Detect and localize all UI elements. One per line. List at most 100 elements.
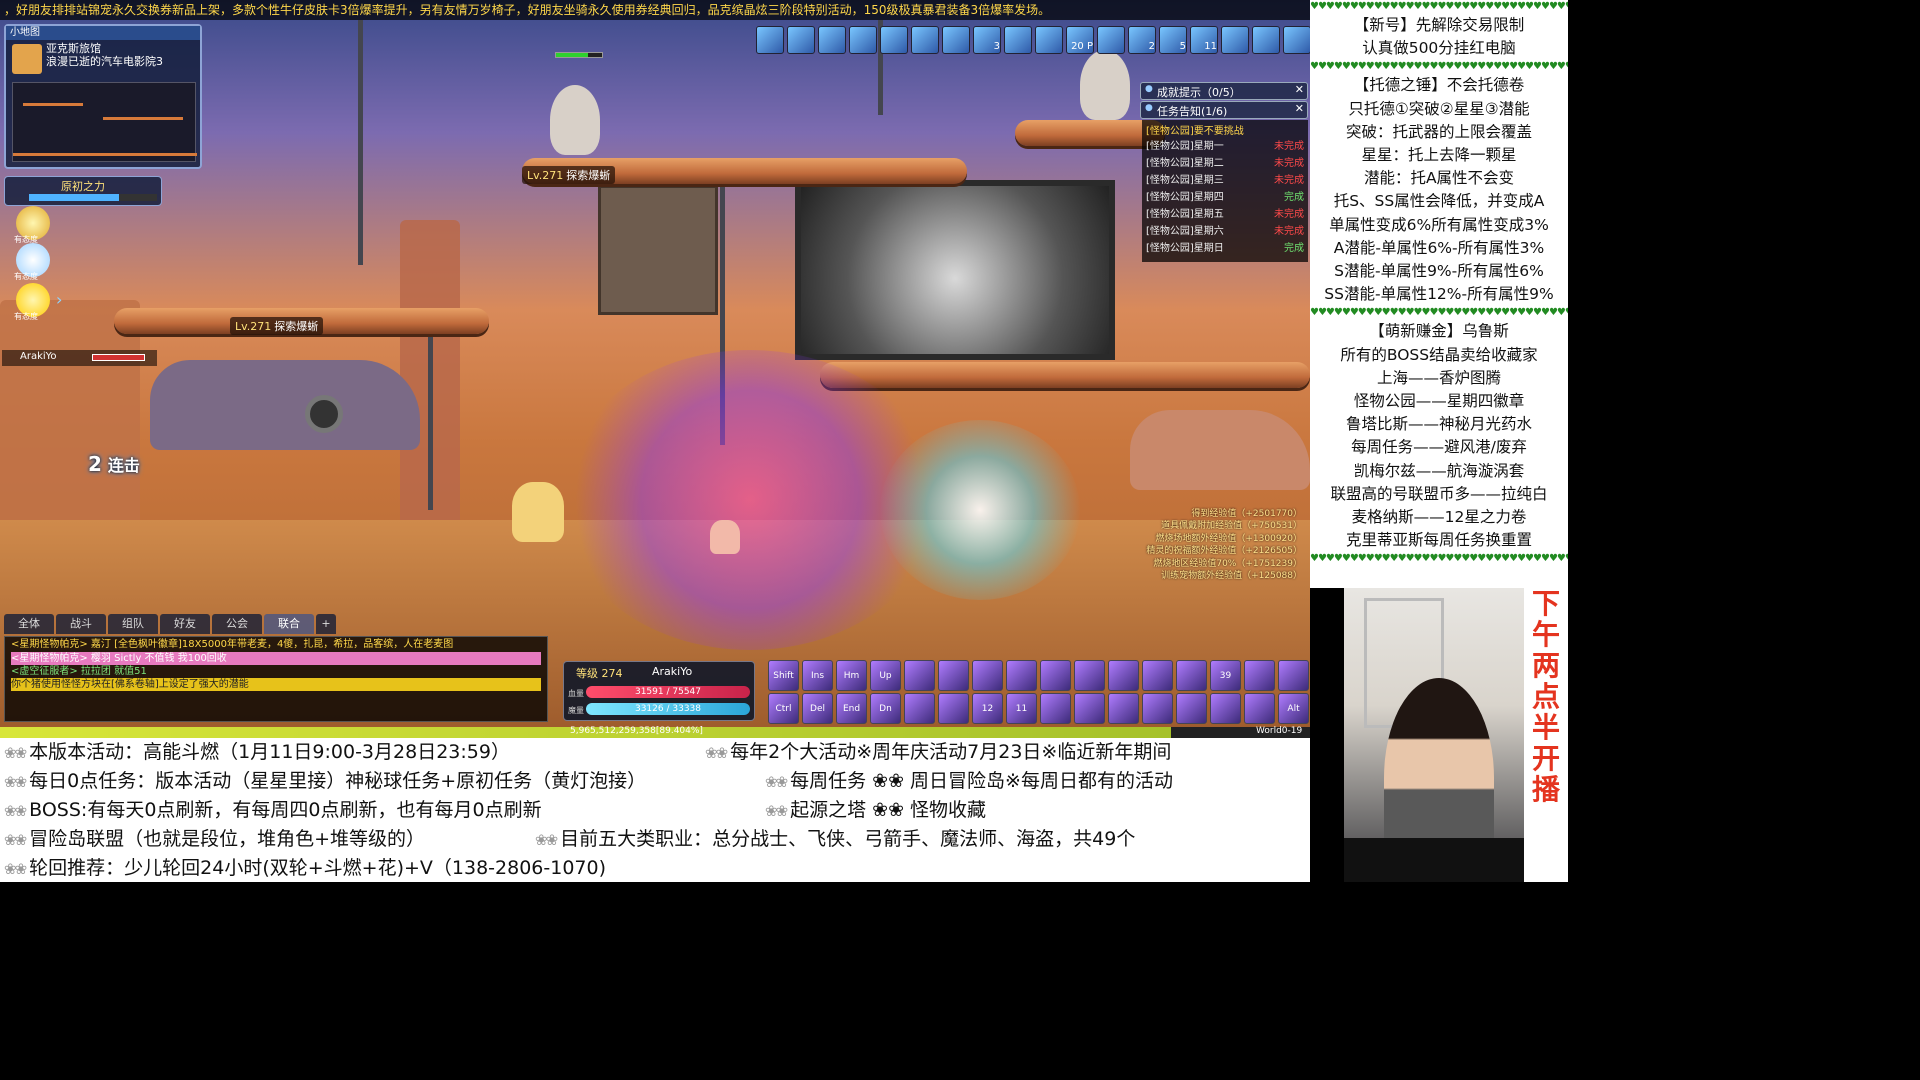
exp-bar: 5,965,512,259,358[89.404%] World0-19 — [0, 726, 1310, 738]
skill-slot[interactable]: 11 — [1006, 693, 1037, 724]
buff-panel[interactable]: 原初之力 — [4, 176, 162, 206]
minimap-region: 亚克斯旅馆 — [46, 42, 101, 55]
quest-row[interactable]: [怪物公园]星期五 未完成 — [1146, 206, 1304, 223]
hanging-pipe — [358, 20, 363, 265]
desert-mesa — [0, 300, 140, 520]
skill-slot[interactable] — [1040, 660, 1071, 691]
quest-row[interactable]: [怪物公园]星期二 未完成 — [1146, 155, 1304, 172]
info-line: 联盟高的号联盟币多——拉纯白 — [1330, 484, 1548, 503]
quest-row[interactable]: [怪物公园]星期日 完成 — [1146, 240, 1304, 257]
chat-tab[interactable]: 公会 — [212, 614, 262, 634]
skill-slot[interactable] — [1278, 660, 1309, 691]
skill-slot[interactable]: Shift — [768, 660, 799, 691]
skill-slot[interactable] — [1210, 693, 1241, 724]
info-line: 凯梅尔兹——航海漩涡套 — [1353, 461, 1525, 480]
skill-slot[interactable]: Up — [870, 660, 901, 691]
chat-window[interactable]: <星期怪物帕克> 嘉汀 [全色枫叶徽章]18X5000年带老麦，4傻，扎昆，希拉… — [4, 636, 548, 722]
chat-tab[interactable]: 组队 — [108, 614, 158, 634]
skill-slot[interactable] — [1108, 660, 1139, 691]
star-icon[interactable]: 有态度 — [14, 283, 50, 321]
hp-label: 血量 — [568, 689, 584, 698]
quest-name: [怪物公园]星期四 — [1146, 192, 1224, 203]
skill-slot[interactable] — [938, 660, 969, 691]
exp-log-line: 精灵的祝福额外经验值（+2126505） — [1146, 546, 1302, 557]
trophy-icon[interactable]: 有态度 — [14, 206, 50, 244]
quest-row[interactable]: [怪物公园]星期一 未完成 — [1146, 138, 1304, 155]
skill-slot[interactable] — [904, 660, 935, 691]
chat-tab[interactable]: 战斗 — [56, 614, 106, 634]
flower-icon: ❀❀ — [765, 802, 788, 820]
skill-slot[interactable]: Dn — [870, 693, 901, 724]
hp-bar: 31591 / 75547 — [586, 686, 750, 698]
close-icon[interactable]: ✕ — [1295, 83, 1304, 96]
quest-status: 完成 — [1284, 192, 1304, 203]
flower-icon: ❀❀ — [4, 773, 27, 791]
chat-tab[interactable]: 好友 — [160, 614, 210, 634]
info-line: 上海——香炉图腾 — [1376, 368, 1501, 387]
skill-slot[interactable]: Ins — [802, 660, 833, 691]
monster-level: Lv.271 — [527, 169, 564, 182]
chevron-right-icon[interactable]: › — [56, 290, 62, 309]
chat-tab[interactable]: 联合 — [264, 614, 314, 634]
bulb-icon[interactable]: 有态度 — [14, 243, 50, 281]
skill-slot[interactable] — [1142, 693, 1173, 724]
info-line: 【萌新赚金】乌鲁斯 — [1369, 322, 1509, 341]
info-row-right: ❀❀ 起源之塔 ❀❀ 怪物收藏 — [765, 796, 986, 826]
buff-icon — [1035, 26, 1063, 54]
skill-slot[interactable] — [1074, 693, 1105, 724]
game-viewport[interactable]: Lv.271 探索爆蜥 Lv.271 探索爆蜥 ，好朋友排排站锦宠永久交换券新品上架… — [0, 0, 1310, 738]
buff-icon: 11 — [1190, 26, 1218, 54]
chat-tabs: 全体 战斗 组队 好友 公会 联合 + — [4, 614, 336, 634]
chat-tab[interactable]: 全体 — [4, 614, 54, 634]
buff-icon: 5 — [1159, 26, 1187, 54]
close-icon[interactable]: ✕ — [1295, 102, 1304, 115]
skill-slot[interactable]: 39 — [1210, 660, 1241, 691]
schedule-char: 半 — [1531, 711, 1560, 744]
skill-slot[interactable] — [972, 660, 1003, 691]
skill-slot[interactable] — [938, 693, 969, 724]
skill-slot[interactable]: Hm — [836, 660, 867, 691]
quest-row[interactable]: [怪物公园]星期三 未完成 — [1146, 172, 1304, 189]
monster-hp-bar — [555, 52, 603, 58]
buff-gauge — [29, 194, 157, 201]
buff-icon — [1097, 26, 1125, 54]
skill-slot[interactable]: End — [836, 693, 867, 724]
skill-slot[interactable] — [1040, 693, 1071, 724]
quest-panel[interactable]: 任务告知(1/6) ✕ — [1140, 101, 1308, 119]
quest-list[interactable]: [怪物公园]要不要挑战 [怪物公园]星期一 未完成 [怪物公园]星期二 未完成 [怪物公… — [1142, 120, 1308, 262]
skill-slot[interactable] — [1142, 660, 1173, 691]
skill-slot[interactable] — [1176, 693, 1207, 724]
info-row-left: ❀❀ 冒险岛联盟（也就是段位，堆角色+堆等级的） — [4, 825, 425, 855]
buff-icon: 2 — [1128, 26, 1156, 54]
skill-slot[interactable]: Ctrl — [768, 693, 799, 724]
party-member[interactable]: ArakiYo — [2, 350, 157, 366]
info-text: 每年2个大活动※周年庆活动7月23日※临近新年期间 — [730, 741, 1172, 763]
skill-slot[interactable]: Alt — [1278, 693, 1309, 724]
skill-slot[interactable] — [1074, 660, 1105, 691]
keyboard — [1344, 838, 1524, 882]
minimap[interactable]: 小地图 亚克斯旅馆 浪漫已逝的汽车电影院3 — [4, 24, 202, 169]
monster[interactable] — [550, 85, 600, 155]
skill-slot[interactable] — [1006, 660, 1037, 691]
add-chat-tab-button[interactable]: + — [316, 614, 336, 634]
skill-slot[interactable] — [904, 693, 935, 724]
skill-slot[interactable] — [1244, 693, 1275, 724]
flower-icon: ❀❀ — [4, 744, 27, 762]
exp-log-line: 燃烧地区经验值70%（+1751239） — [1153, 558, 1302, 569]
minimap-view[interactable] — [12, 82, 197, 162]
exp-text: 5,965,512,259,358[89.404%] — [570, 726, 703, 736]
skill-slot[interactable] — [1244, 660, 1275, 691]
achievement-panel[interactable]: 成就提示（0/5） ✕ — [1140, 82, 1308, 100]
quest-row[interactable]: [怪物公园]星期六 未完成 — [1146, 223, 1304, 240]
mp-label: 魔量 — [568, 706, 584, 715]
buff-icon — [1004, 26, 1032, 54]
monster[interactable] — [1080, 50, 1130, 120]
skill-slot[interactable] — [1176, 660, 1207, 691]
skill-slot[interactable] — [1108, 693, 1139, 724]
skill-slot[interactable]: 12 — [972, 693, 1003, 724]
skill-slot[interactable]: Del — [802, 693, 833, 724]
buff-icon — [1221, 26, 1249, 54]
buff-icon — [942, 26, 970, 54]
chat-line: <虚空征服者> 拉拉团 就值51 — [11, 666, 147, 677]
quest-row[interactable]: [怪物公园]星期四 完成 — [1146, 189, 1304, 206]
